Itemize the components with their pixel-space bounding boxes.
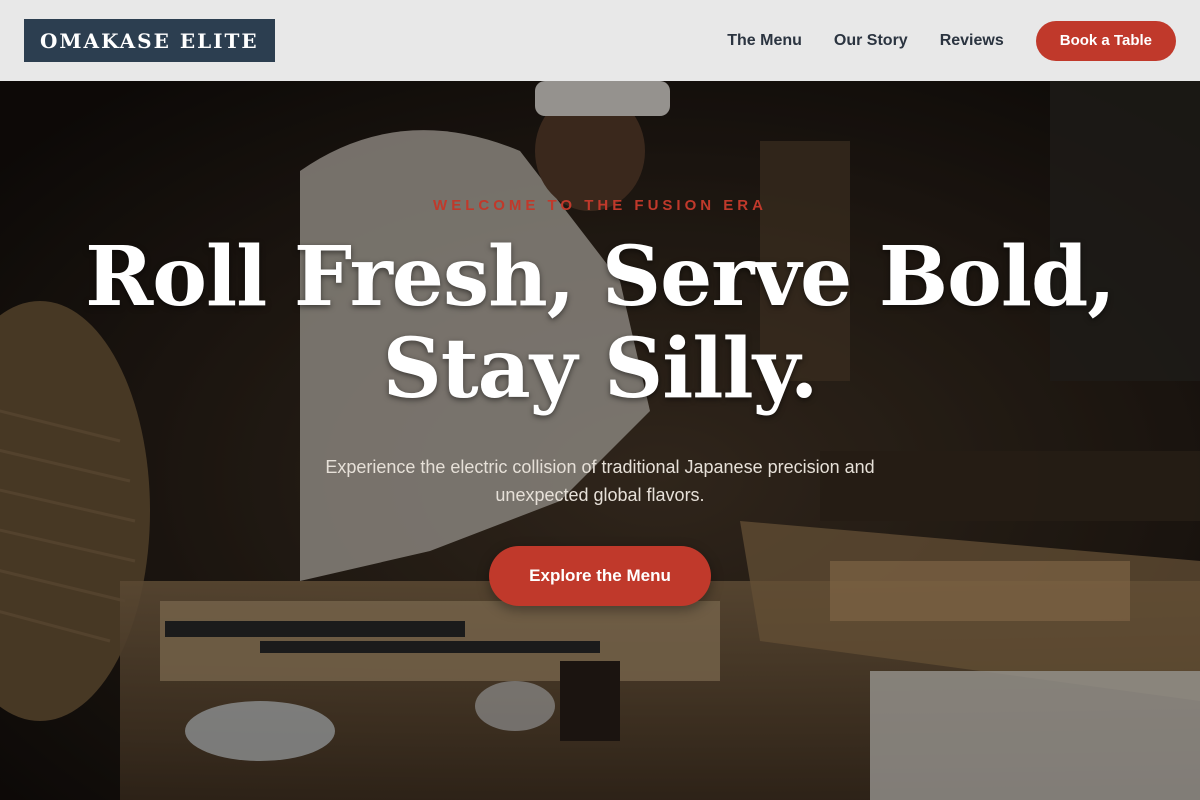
hero-content: WELCOME TO THE FUSION ERA Roll Fresh, Se…: [0, 81, 1200, 800]
hero-headline: Roll Fresh, Serve Bold, Stay Silly.: [50, 231, 1150, 415]
book-table-button[interactable]: Book a Table: [1035, 20, 1176, 61]
main-nav: The Menu Our Story Reviews Book a Table: [727, 20, 1176, 61]
hero-section: WELCOME TO THE FUSION ERA Roll Fresh, Se…: [0, 81, 1200, 800]
nav-link-menu[interactable]: The Menu: [727, 32, 802, 50]
logo[interactable]: OMAKASE ELITE: [24, 19, 275, 62]
site-header: OMAKASE ELITE The Menu Our Story Reviews…: [0, 0, 1200, 81]
nav-link-our-story[interactable]: Our Story: [834, 32, 908, 50]
explore-menu-button[interactable]: Explore the Menu: [489, 546, 711, 606]
headline-line-2: Stay Silly.: [382, 321, 819, 417]
nav-link-reviews[interactable]: Reviews: [940, 32, 1004, 50]
headline-line-1: Roll Fresh, Serve Bold,: [85, 229, 1116, 325]
hero-eyebrow: WELCOME TO THE FUSION ERA: [433, 197, 767, 214]
hero-subtext: Experience the electric collision of tra…: [325, 457, 875, 505]
